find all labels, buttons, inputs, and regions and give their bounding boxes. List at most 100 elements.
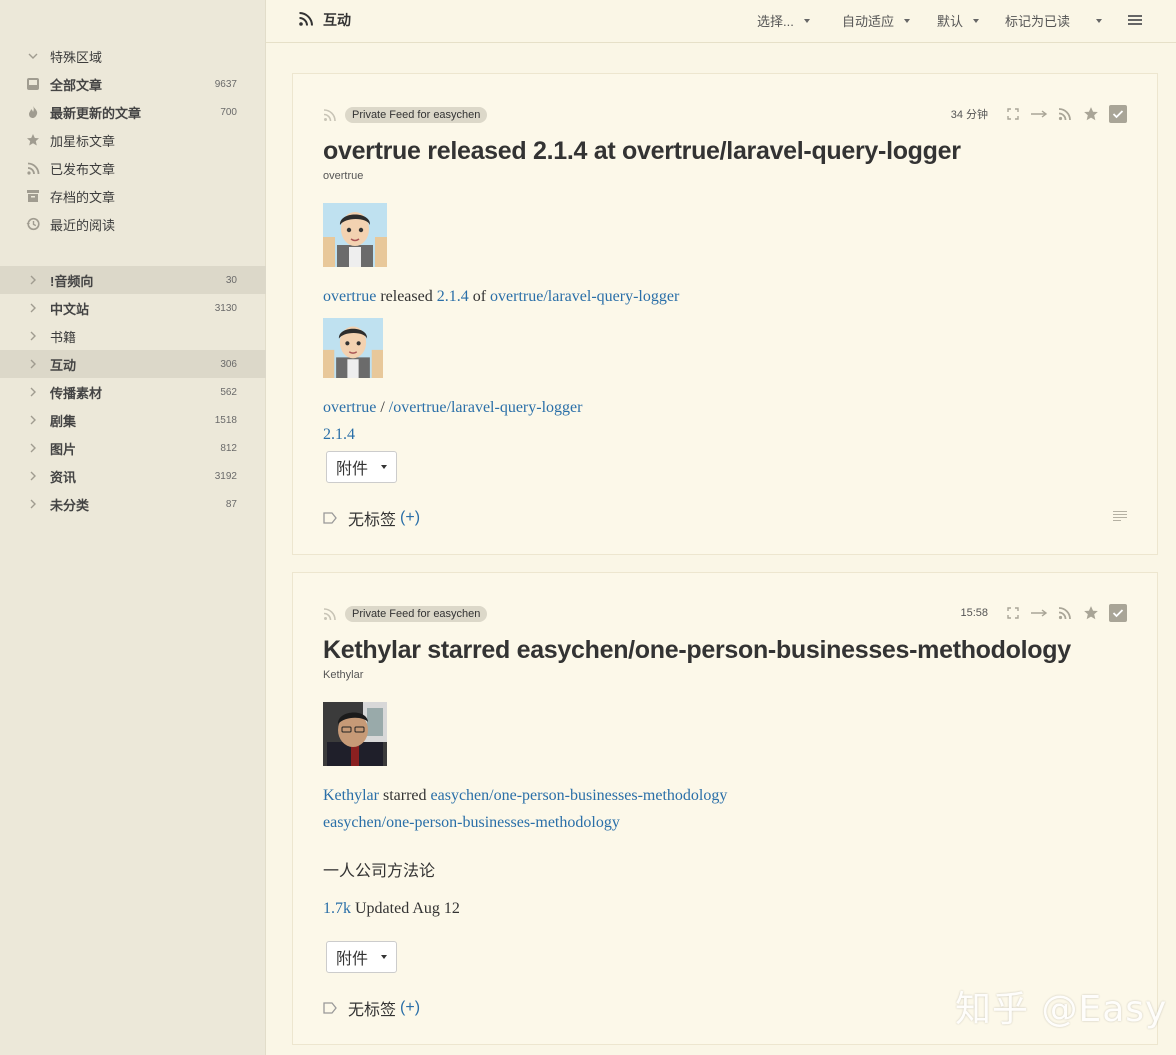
open-link-arrow-icon[interactable]	[1030, 604, 1048, 622]
select-checkbox-icon[interactable]	[1109, 105, 1127, 123]
chevron-right-icon	[24, 271, 42, 289]
caret-down-icon	[904, 18, 911, 23]
select-label: 选择...	[757, 14, 794, 29]
star-line-text: starred	[378, 787, 431, 804]
chevron-right-icon	[24, 439, 42, 457]
article-card[interactable]: Private Feed for easychen 15:58 Kethylar…	[292, 572, 1158, 1045]
sidebar-item-label: 传播素材	[50, 385, 103, 401]
repo-link[interactable]: /overtrue/laravel-query-logger	[389, 399, 583, 416]
sidebar-item-fresh[interactable]: 最新更新的文章 700	[0, 98, 266, 126]
repo-description: 一人公司方法论	[323, 863, 436, 880]
sidebar-item-label: 最新更新的文章	[50, 105, 142, 121]
version-line: 2.1.4	[323, 426, 355, 444]
sidebar-item-category[interactable]: 未分类 87	[0, 490, 266, 518]
sidebar-item-category[interactable]: 图片 812	[0, 434, 266, 462]
article-time: 15:58	[960, 607, 988, 619]
user-link[interactable]: overtrue	[323, 399, 376, 416]
sidebar-item-category[interactable]: 传播素材 562	[0, 378, 266, 406]
updated-text: Updated Aug 12	[351, 900, 460, 917]
sidebar-item-label: 加星标文章	[50, 133, 116, 149]
star-icon[interactable]	[1082, 105, 1100, 123]
user-link[interactable]: overtrue	[323, 288, 376, 305]
repo-path-line: overtrue / /overtrue/laravel-query-logge…	[323, 399, 582, 417]
archive-icon	[24, 187, 42, 205]
select-dropdown[interactable]: 选择...	[757, 11, 810, 30]
sidebar: 特殊区域 全部文章 9637 最新更新的文章 700 加星标文章 已发布文章 存…	[0, 0, 266, 1055]
caret-down-icon	[1096, 18, 1103, 23]
article-meta: Private Feed for easychen	[323, 107, 488, 123]
attachments-label: 附件	[336, 951, 369, 968]
sidebar-item-category[interactable]: 资讯 3192	[0, 462, 266, 490]
unread-count: 30	[225, 274, 237, 286]
hamburger-menu-icon[interactable]	[1128, 15, 1142, 26]
list-icon[interactable]	[1113, 511, 1127, 523]
sort-dropdown[interactable]: 默认	[937, 11, 980, 30]
article-title[interactable]: Kethylar starred easychen/one-person-bus…	[323, 636, 1071, 665]
history-icon	[24, 215, 42, 233]
sidebar-item-label: 中文站	[50, 301, 90, 317]
article-actions: 34 分钟	[951, 105, 1127, 123]
sidebar-item-category[interactable]: 剧集 1518	[0, 406, 266, 434]
sidebar-item-category[interactable]: 书籍	[0, 322, 266, 350]
star-line: Kethylar starred easychen/one-person-bus…	[323, 787, 727, 805]
select-checkbox-icon[interactable]	[1109, 604, 1127, 622]
sidebar-item-category[interactable]: 中文站 3130	[0, 294, 266, 322]
fullscreen-icon[interactable]	[1004, 105, 1022, 123]
page-title: 互动	[323, 12, 351, 28]
article-time: 34 分钟	[950, 109, 988, 121]
mark-read-dropdown[interactable]: 标记为已读	[1005, 11, 1103, 30]
sidebar-item-category-active[interactable]: 互动 306	[0, 350, 266, 378]
avatar	[323, 318, 383, 378]
tags-label: 无标签	[348, 1002, 397, 1019]
sidebar-item-label: 未分类	[50, 497, 90, 513]
publish-rss-icon[interactable]	[1056, 105, 1074, 123]
add-tag-link[interactable]: (+)	[400, 509, 420, 527]
star-icon[interactable]	[1082, 604, 1100, 622]
release-line-text: of	[468, 288, 491, 305]
attachments-button[interactable]: 附件	[326, 451, 397, 483]
chevron-right-icon	[24, 327, 42, 345]
article-author: Kethylar	[323, 669, 364, 681]
star-icon	[24, 131, 42, 149]
sidebar-item-label: 书籍	[50, 329, 77, 345]
sidebar-item-starred[interactable]: 加星标文章	[0, 126, 266, 154]
feed-badge[interactable]: Private Feed for easychen	[345, 606, 488, 622]
unread-count: 9637	[214, 78, 237, 90]
article-title[interactable]: overtrue released 2.1.4 at overtrue/lara…	[323, 137, 961, 166]
stars-link[interactable]: 1.7k	[323, 900, 351, 917]
article-card[interactable]: Private Feed for easychen 34 分钟 overtrue…	[292, 73, 1158, 555]
user-link[interactable]: Kethylar	[323, 787, 379, 804]
sidebar-item-all[interactable]: 全部文章 9637	[0, 70, 266, 98]
repo-link[interactable]: overtrue/laravel-query-logger	[490, 288, 679, 305]
repo-link[interactable]: easychen/one-person-businesses-methodolo…	[431, 787, 728, 804]
publish-rss-icon[interactable]	[1056, 604, 1074, 622]
sidebar-item-archived[interactable]: 存档的文章	[0, 182, 266, 210]
chevron-right-icon	[24, 299, 42, 317]
path-separator: /	[376, 399, 389, 416]
attachments-button[interactable]: 附件	[326, 941, 397, 973]
sidebar-item-label: !音频向	[50, 273, 94, 289]
sidebar-item-label: 全部文章	[50, 77, 103, 93]
add-tag-link[interactable]: (+)	[400, 999, 420, 1017]
fullscreen-icon[interactable]	[1004, 604, 1022, 622]
sidebar-item-label: 剧集	[50, 413, 77, 429]
article-author: overtrue	[323, 170, 364, 182]
version-link[interactable]: 2.1.4	[437, 288, 469, 305]
sidebar-item-label: 图片	[50, 441, 77, 457]
rss-icon	[24, 159, 42, 177]
toolbar: 互动 选择... 自动适应 默认 标记为已读	[266, 0, 1176, 43]
sidebar-item-label: 互动	[50, 357, 77, 373]
feed-badge[interactable]: Private Feed for easychen	[345, 107, 488, 123]
sidebar-item-recent[interactable]: 最近的阅读	[0, 210, 266, 238]
repo-link[interactable]: easychen/one-person-businesses-methodolo…	[323, 814, 620, 831]
sidebar-item-special[interactable]: 特殊区域	[0, 42, 266, 70]
view-mode-dropdown[interactable]: 自动适应	[842, 11, 911, 30]
open-link-arrow-icon[interactable]	[1030, 105, 1048, 123]
rss-icon	[299, 12, 313, 26]
tag-icon	[323, 512, 337, 524]
sidebar-item-category[interactable]: !音频向 30	[0, 266, 266, 294]
sidebar-item-label: 资讯	[50, 469, 77, 485]
mark-read-label: 标记为已读	[1005, 14, 1071, 29]
version-link[interactable]: 2.1.4	[323, 426, 355, 443]
sidebar-item-published[interactable]: 已发布文章	[0, 154, 266, 182]
